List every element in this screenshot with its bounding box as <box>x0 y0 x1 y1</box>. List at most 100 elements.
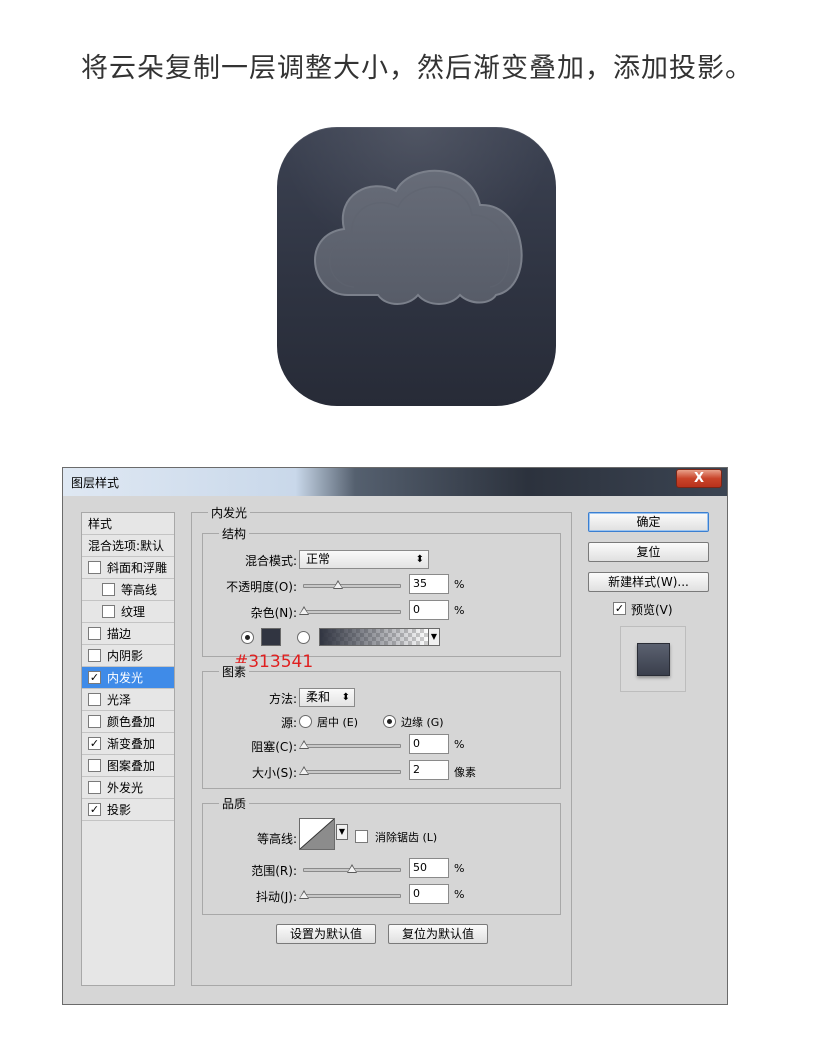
panel-title: 内发光 <box>208 504 251 521</box>
preview-checkbox[interactable]: ✓ <box>613 602 626 615</box>
range-unit: % <box>454 862 465 875</box>
slider-thumb[interactable] <box>299 766 309 775</box>
glow-color-swatch[interactable] <box>261 628 281 646</box>
glow-gradient-picker[interactable] <box>319 628 429 646</box>
gradient-overlay-checkbox[interactable]: ✓ <box>88 737 101 750</box>
sidebar-item-blending-options[interactable]: 混合选项:默认 <box>82 535 174 557</box>
make-default-button[interactable]: 设置为默认值 <box>276 924 376 944</box>
texture-checkbox[interactable] <box>102 605 115 618</box>
opacity-slider[interactable] <box>303 580 401 589</box>
styles-sidebar: 样式 混合选项:默认 斜面和浮雕 等高线 纹理 描边 内阴影 ✓ 内发光 光泽 … <box>81 512 175 986</box>
new-style-button[interactable]: 新建样式(W)... <box>588 572 709 592</box>
contour-label: 等高线: <box>256 832 297 846</box>
range-slider[interactable] <box>303 864 401 873</box>
chevron-down-icon[interactable]: ▼ <box>428 628 440 646</box>
technique-label: 方法: <box>268 692 297 706</box>
range-input[interactable]: 50 <box>409 858 449 878</box>
structure-legend: 结构 <box>219 525 250 542</box>
sidebar-item-pattern-overlay[interactable]: 图案叠加 <box>82 755 174 777</box>
sidebar-item-contour[interactable]: 等高线 <box>82 579 174 601</box>
layer-style-dialog: 图层样式 X 样式 混合选项:默认 斜面和浮雕 等高线 纹理 描边 内阴影 ✓ … <box>62 467 728 1005</box>
inner-shadow-checkbox[interactable] <box>88 649 101 662</box>
sidebar-item-label: 纹理 <box>121 605 146 619</box>
antialias-checkbox[interactable] <box>355 830 368 843</box>
sidebar-item-outer-glow[interactable]: 外发光 <box>82 777 174 799</box>
preview-label: 预览(V) <box>631 603 673 617</box>
dialog-title: 图层样式 <box>71 476 120 490</box>
sidebar-item-color-overlay[interactable]: 颜色叠加 <box>82 711 174 733</box>
opacity-input[interactable]: 35 <box>409 574 449 594</box>
color-overlay-checkbox[interactable] <box>88 715 101 728</box>
slider-thumb[interactable] <box>332 580 343 589</box>
source-edge-radio[interactable] <box>383 715 396 728</box>
updown-icon: ⬍ <box>415 554 424 565</box>
slider-thumb[interactable] <box>347 864 357 873</box>
blend-mode-label: 混合模式: <box>244 554 297 568</box>
contour-picker[interactable] <box>299 818 335 850</box>
blend-mode-value: 正常 <box>306 552 331 566</box>
structure-group: 结构 混合模式: 正常 ⬍ 不透明度(O): 35 % 杂色(N): 0 % ▼ <box>202 525 561 657</box>
reset-to-default-button[interactable]: 复位为默认值 <box>388 924 488 944</box>
chevron-down-icon[interactable]: ▼ <box>336 824 348 840</box>
sidebar-header-styles[interactable]: 样式 <box>82 513 174 535</box>
outer-glow-checkbox[interactable] <box>88 781 101 794</box>
stroke-checkbox[interactable] <box>88 627 101 640</box>
updown-icon: ⬍ <box>341 692 350 703</box>
size-label: 大小(S): <box>251 766 297 780</box>
source-label: 源: <box>280 716 297 730</box>
sidebar-item-stroke[interactable]: 描边 <box>82 623 174 645</box>
preview-swatch <box>637 643 670 676</box>
reset-button[interactable]: 复位 <box>588 542 709 562</box>
contour-checkbox[interactable] <box>102 583 115 596</box>
sidebar-item-label: 渐变叠加 <box>107 737 156 751</box>
slider-thumb[interactable] <box>299 606 309 615</box>
elements-group: 图素 方法: 柔和 ⬍ 源: 居中 (E) 边缘 (G) 阻塞(C): 0 % … <box>202 663 561 789</box>
inner-glow-panel: 内发光 结构 混合模式: 正常 ⬍ 不透明度(O): 35 % 杂色(N): 0… <box>191 504 572 986</box>
source-edge-label: 边缘 (G) <box>401 716 444 729</box>
size-slider[interactable] <box>299 766 401 775</box>
choke-slider[interactable] <box>299 740 401 749</box>
ok-button[interactable]: 确定 <box>588 512 709 532</box>
sidebar-item-gradient-overlay[interactable]: ✓ 渐变叠加 <box>82 733 174 755</box>
noise-unit: % <box>454 604 465 617</box>
satin-checkbox[interactable] <box>88 693 101 706</box>
sidebar-item-bevel-emboss[interactable]: 斜面和浮雕 <box>82 557 174 579</box>
headline: 将云朵复制一层调整大小，然后渐变叠加，添加投影。 <box>81 53 753 84</box>
noise-slider[interactable] <box>299 606 401 615</box>
noise-label: 杂色(N): <box>250 606 297 620</box>
slider-thumb[interactable] <box>299 890 309 899</box>
jitter-input[interactable]: 0 <box>409 884 449 904</box>
quality-group: 品质 等高线: ▼ 消除锯齿 (L) 范围(R): 50 % 抖动(J): 0 <box>202 795 561 915</box>
jitter-slider[interactable] <box>299 890 401 899</box>
sidebar-item-label: 图案叠加 <box>107 759 156 773</box>
source-center-radio[interactable] <box>299 715 312 728</box>
sidebar-item-satin[interactable]: 光泽 <box>82 689 174 711</box>
drop-shadow-checkbox[interactable]: ✓ <box>88 803 101 816</box>
close-button[interactable]: X <box>676 469 722 488</box>
pattern-overlay-checkbox[interactable] <box>88 759 101 772</box>
size-input[interactable]: 2 <box>409 760 449 780</box>
bevel-emboss-checkbox[interactable] <box>88 561 101 574</box>
sidebar-item-drop-shadow[interactable]: ✓ 投影 <box>82 799 174 821</box>
dialog-titlebar[interactable]: 图层样式 X <box>63 468 727 496</box>
sidebar-item-label: 外发光 <box>107 781 144 795</box>
gradient-radio[interactable] <box>297 631 310 644</box>
dialog-client: 样式 混合选项:默认 斜面和浮雕 等高线 纹理 描边 内阴影 ✓ 内发光 光泽 … <box>67 496 723 998</box>
quality-legend: 品质 <box>219 795 250 812</box>
sidebar-item-inner-shadow[interactable]: 内阴影 <box>82 645 174 667</box>
slider-thumb[interactable] <box>299 740 309 749</box>
choke-input[interactable]: 0 <box>409 734 449 754</box>
blend-mode-select[interactable]: 正常 ⬍ <box>299 550 429 569</box>
sidebar-item-texture[interactable]: 纹理 <box>82 601 174 623</box>
range-label: 范围(R): <box>251 864 297 878</box>
inner-glow-checkbox[interactable]: ✓ <box>88 671 101 684</box>
sidebar-item-label: 内阴影 <box>107 649 144 663</box>
noise-input[interactable]: 0 <box>409 600 449 620</box>
sidebar-item-inner-glow[interactable]: ✓ 内发光 <box>82 667 174 689</box>
color-radio[interactable] <box>241 631 254 644</box>
opacity-label: 不透明度(O): <box>226 580 297 594</box>
technique-select[interactable]: 柔和 ⬍ <box>299 688 355 707</box>
jitter-label: 抖动(J): <box>256 890 297 904</box>
sidebar-item-label: 内发光 <box>107 671 144 685</box>
sidebar-item-label: 描边 <box>107 627 132 641</box>
